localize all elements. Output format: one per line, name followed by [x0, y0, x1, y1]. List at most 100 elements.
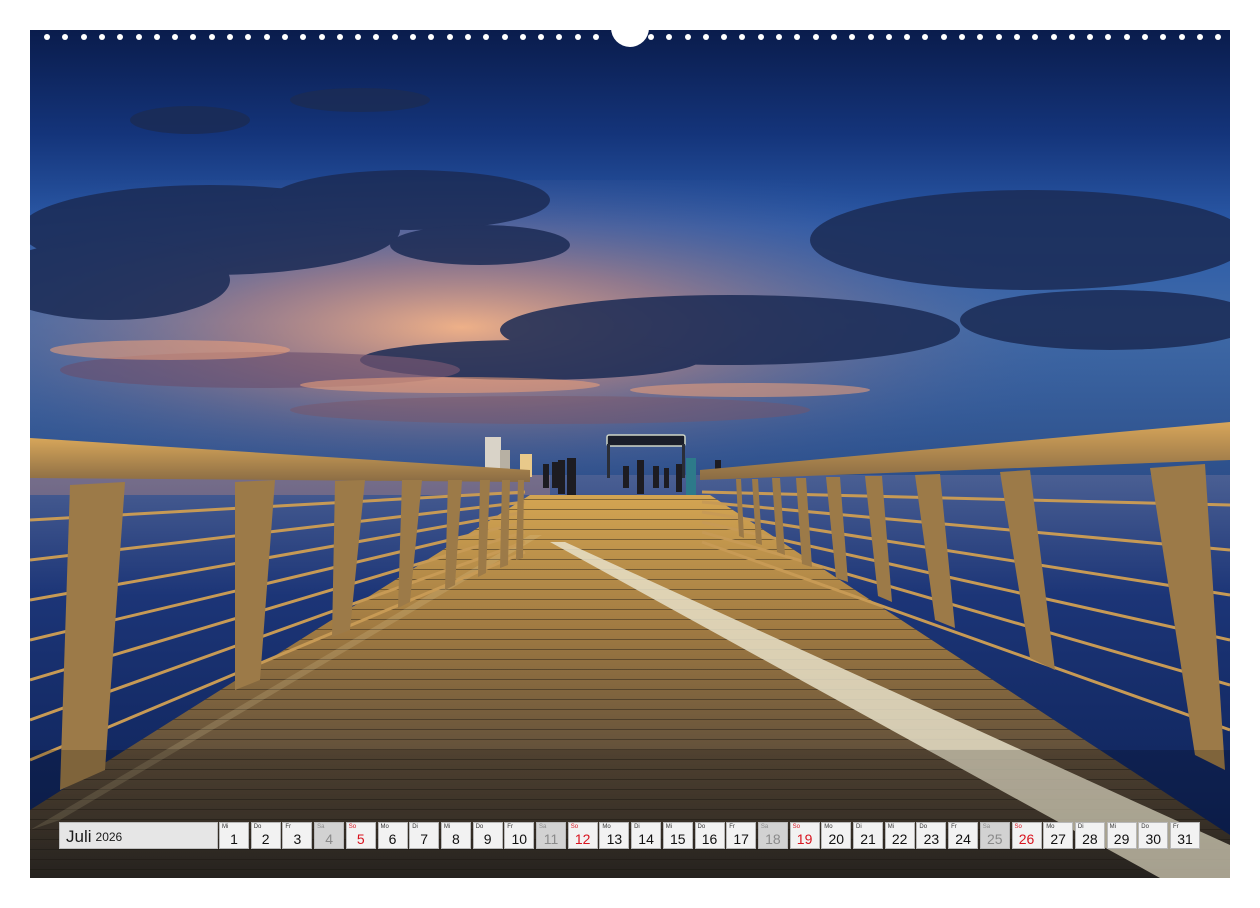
day-number: 4 [325, 831, 333, 847]
calendar-page: Juli 2026 Mi 1 Do 2 Fr 3 Sa 4 So 5 Mo 6 Di 7 Mi 8 Do 9 Fr 10… [0, 0, 1260, 908]
ring-hole [208, 34, 215, 40]
day-weekday: Di [856, 824, 862, 830]
day-cell-29: Mi 29 [1106, 822, 1137, 849]
day-cell-17: Fr 17 [726, 822, 757, 849]
ring-hole [1068, 34, 1075, 40]
day-number: 25 [987, 831, 1003, 847]
day-weekday: Mo [824, 824, 833, 830]
ring-hole [300, 34, 307, 40]
ring-hole [995, 34, 1002, 40]
day-weekday: Do [475, 824, 484, 830]
day-cell-2: Do 2 [250, 822, 281, 849]
ring-hole [62, 34, 69, 40]
day-number: 1 [230, 831, 238, 847]
ring-hole [318, 34, 325, 40]
day-number: 13 [606, 831, 623, 847]
ring-hole [1105, 34, 1112, 40]
ring-hole [684, 34, 691, 40]
day-weekday: Mi [1109, 824, 1116, 830]
day-cell-14: Di 14 [631, 822, 662, 849]
ring-hole [98, 34, 105, 40]
day-number: 14 [638, 831, 654, 847]
day-cell-22: Mi 22 [884, 822, 915, 849]
ring-hole [593, 34, 599, 40]
day-number: 21 [860, 831, 876, 847]
day-cell-4: Sa 4 [314, 822, 345, 849]
day-weekday: Sa [982, 824, 991, 830]
ring-hole [1087, 34, 1094, 40]
day-weekday: So [348, 824, 357, 830]
day-number: 18 [765, 831, 781, 847]
pier-photo [30, 30, 1230, 878]
ring-hole [556, 34, 563, 40]
day-number: 12 [574, 831, 591, 847]
day-weekday: Do [697, 824, 706, 830]
ring-hole [1215, 34, 1222, 40]
day-number: 15 [670, 831, 686, 847]
ring-hole [190, 34, 197, 40]
day-cell-6: Mo 6 [377, 822, 408, 849]
ring-hole [153, 34, 160, 40]
day-weekday: So [570, 824, 579, 830]
ring-hole [44, 34, 50, 40]
ring-hole [922, 34, 929, 40]
ring-hole [501, 34, 508, 40]
ring-hole [721, 34, 728, 40]
day-number: 6 [388, 831, 397, 847]
day-cell-21: Di 21 [853, 822, 883, 849]
ring-hole [830, 34, 837, 40]
ring-hole [812, 34, 819, 40]
day-weekday: Mo [380, 824, 389, 830]
day-number: 27 [1050, 831, 1066, 847]
ring-hole [135, 34, 142, 40]
ring-hole [446, 34, 453, 40]
day-weekday: Sa [539, 824, 547, 830]
ring-hole [776, 34, 782, 40]
ring-hole [263, 34, 270, 40]
day-number: 22 [891, 831, 908, 847]
ring-hole [80, 34, 87, 40]
day-cell-8: Mi 8 [440, 822, 471, 849]
ring-hole [117, 34, 124, 40]
day-cell-30: Do 30 [1138, 822, 1169, 849]
day-weekday: Mi [887, 824, 895, 830]
day-cell-28: Di 28 [1074, 822, 1105, 849]
day-weekday: Fr [285, 824, 292, 830]
ring-hole [336, 34, 343, 40]
ring-hole [1032, 34, 1039, 40]
day-number: 23 [923, 831, 940, 847]
day-weekday: Di [412, 824, 418, 830]
day-weekday: So [1014, 824, 1022, 830]
ring-hole [849, 34, 856, 40]
day-cell-7: Di 7 [409, 822, 440, 849]
ring-hole [574, 34, 581, 40]
day-number: 20 [828, 831, 845, 847]
day-weekday: Di [1077, 824, 1084, 830]
ring-hole [885, 34, 892, 40]
day-number: 30 [1145, 831, 1162, 847]
ring-hole [428, 34, 435, 40]
day-weekday: Mi [443, 824, 451, 830]
ring-hole [355, 34, 362, 40]
ring-hole [1050, 34, 1057, 40]
day-cell-10: Fr 10 [504, 822, 535, 849]
day-cell-26: So 26 [1011, 822, 1042, 849]
ring-hole [1013, 34, 1020, 40]
day-number: 16 [701, 831, 718, 847]
day-number: 7 [420, 831, 429, 847]
month-label: Juli 2026 [59, 822, 218, 849]
day-weekday: Sa [760, 824, 769, 830]
month-year: 2026 [95, 830, 123, 844]
day-number: 5 [356, 831, 365, 847]
day-cell-3: Fr 3 [282, 822, 313, 849]
ring-hole [867, 34, 874, 40]
ring-hole [1160, 34, 1167, 40]
pier-scene [30, 30, 1230, 878]
day-number: 31 [1177, 831, 1193, 847]
day-cell-23: Do 23 [916, 822, 947, 849]
day-cell-24: Fr 24 [948, 822, 979, 849]
day-number: 11 [543, 831, 559, 847]
ring-hole [519, 34, 526, 40]
ring-hole [977, 34, 984, 40]
ring-hole [410, 34, 416, 40]
